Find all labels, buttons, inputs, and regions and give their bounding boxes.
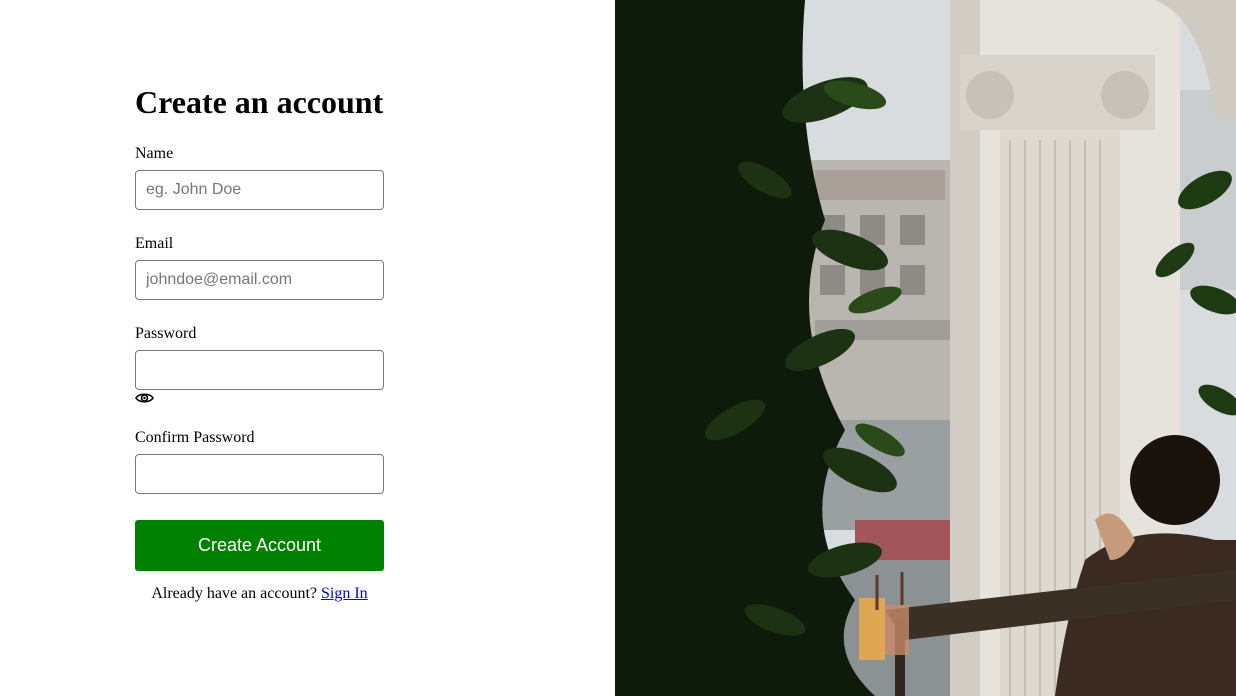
email-group: Email — [135, 234, 384, 300]
hero-photo — [615, 0, 1236, 696]
eye-icon-glyph — [135, 393, 154, 403]
create-account-button[interactable]: Create Account — [135, 520, 384, 571]
confirm-password-group: Confirm Password — [135, 428, 384, 494]
name-label: Name — [135, 145, 174, 162]
password-input[interactable] — [135, 350, 384, 390]
name-group: Name — [135, 144, 384, 210]
eye-icon[interactable] — [135, 390, 154, 406]
signin-row: Already have an account? Sign In — [135, 585, 384, 603]
password-group: Password — [135, 324, 384, 406]
name-input[interactable] — [135, 170, 384, 210]
confirm-password-input[interactable] — [135, 454, 384, 494]
sign-in-link[interactable]: Sign In — [321, 585, 368, 602]
signup-page: Create an account Name Email Password — [0, 0, 1236, 696]
page-title: Create an account — [135, 84, 384, 120]
form-pane: Create an account Name Email Password — [0, 0, 615, 696]
hero-photo-illustration — [615, 0, 1236, 696]
email-label: Email — [135, 235, 174, 252]
password-label: Password — [135, 325, 197, 342]
email-input[interactable] — [135, 260, 384, 300]
signup-form: Create an account Name Email Password — [135, 80, 384, 603]
signin-prompt: Already have an account? — [151, 585, 317, 602]
confirm-password-label: Confirm Password — [135, 429, 255, 446]
